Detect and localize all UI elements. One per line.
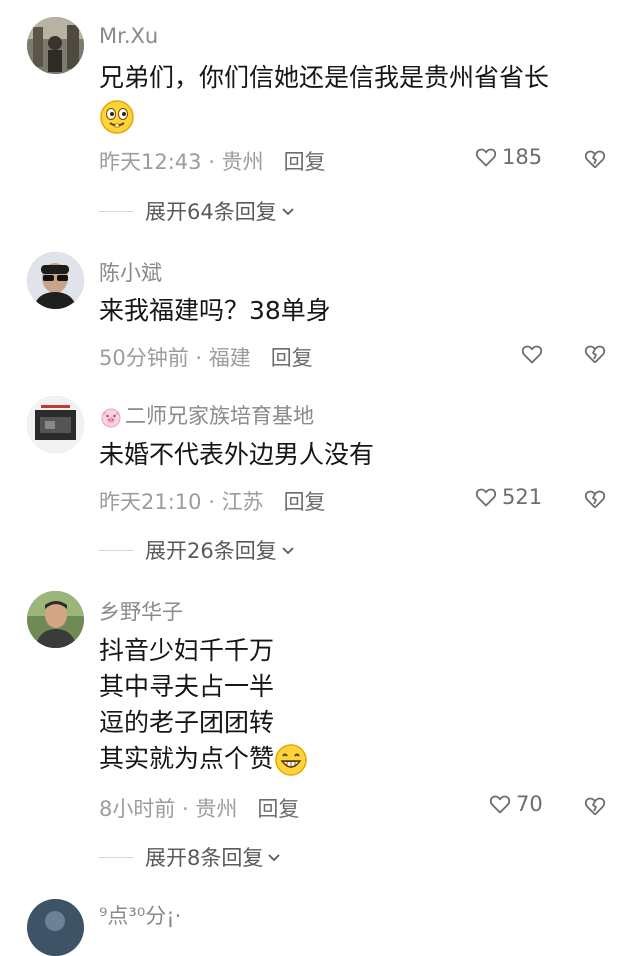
heart-icon [521,345,543,364]
like-button[interactable] [520,342,548,366]
expand-replies-label: 展开8条回复 [145,846,264,870]
avatar[interactable] [27,396,84,453]
broken-heart-icon[interactable] [583,794,607,818]
comment-meta: 昨天21:10 · 江苏 回复 [99,486,326,516]
comment-location: 贵州 [221,150,264,174]
chevron-down-icon [282,547,294,555]
like-count: 185 [502,145,543,169]
heart-icon [475,488,497,507]
username[interactable]: ⁹点³⁰分¡· [99,900,181,930]
separator: · [175,797,196,821]
broken-heart-icon[interactable] [583,487,607,511]
separator: · [201,490,222,514]
username[interactable]: 陈小斌 [99,257,162,287]
username-label: 二师兄家族培育基地 [125,404,314,428]
comment-meta: 昨天12:43 · 贵州 回复 [99,146,326,176]
smirk-emoji [99,99,135,135]
avatar[interactable] [27,17,84,74]
comment-line-text: 其实就为点个赞 [99,744,275,773]
expand-replies-button[interactable]: 展开64条回复 [99,196,297,226]
grin-emoji [275,744,307,776]
comment-location: 江苏 [221,490,264,514]
comment-time: 昨天12:43 [99,150,202,174]
divider-line [99,210,133,212]
avatar[interactable] [27,252,84,309]
like-button[interactable]: 185 [474,145,542,169]
username[interactable]: 乡野华子 [99,596,183,626]
comment-line: 逗的老子团团转 [99,708,275,737]
comment-text: 未婚不代表外边男人没有 [99,440,375,469]
pig-icon [101,408,121,428]
reply-button[interactable]: 回复 [257,797,299,821]
comment-line: 其实就为点个赞 [99,741,308,777]
expand-replies-label: 展开26条回复 [145,539,277,563]
broken-heart-icon[interactable] [583,342,607,366]
comment-time: 50分钟前 [99,346,189,370]
expand-replies-label: 展开64条回复 [145,200,277,224]
avatar[interactable] [27,591,84,648]
divider-line [99,549,133,551]
comment-location: 福建 [208,346,251,370]
comment-meta: 8小时前 · 贵州 回复 [99,793,299,823]
comment-time: 8小时前 [99,797,176,821]
like-button[interactable]: 521 [474,485,542,509]
reply-button[interactable]: 回复 [284,150,326,174]
username[interactable]: 二师兄家族培育基地 [99,400,314,430]
like-count: 70 [516,792,543,816]
comment-text: 兄弟们，你们信她还是信我是贵州省省长 [99,63,550,92]
avatar[interactable] [27,899,84,956]
heart-icon [475,148,497,167]
expand-replies-button[interactable]: 展开8条回复 [99,842,283,872]
comment-line: 抖音少妇千千万 [99,636,275,665]
separator: · [188,346,209,370]
comment-meta: 50分钟前 · 福建 回复 [99,342,313,372]
like-button[interactable]: 70 [488,792,543,816]
chevron-down-icon [282,208,294,216]
broken-heart-icon[interactable] [583,147,607,171]
like-count: 521 [502,485,543,509]
chevron-down-icon [268,854,281,862]
reply-button[interactable]: 回复 [271,346,313,370]
heart-icon [489,795,511,814]
username[interactable]: Mr.Xu [99,24,158,48]
comment-location: 贵州 [195,797,238,821]
comment-time: 昨天21:10 [99,490,202,514]
separator: · [201,150,222,174]
expand-replies-button[interactable]: 展开26条回复 [99,535,297,565]
reply-button[interactable]: 回复 [284,490,326,514]
divider-line [99,856,133,858]
comment-text: 来我福建吗？38单身 [99,296,331,325]
comment-line: 其中寻夫占一半 [99,672,275,701]
